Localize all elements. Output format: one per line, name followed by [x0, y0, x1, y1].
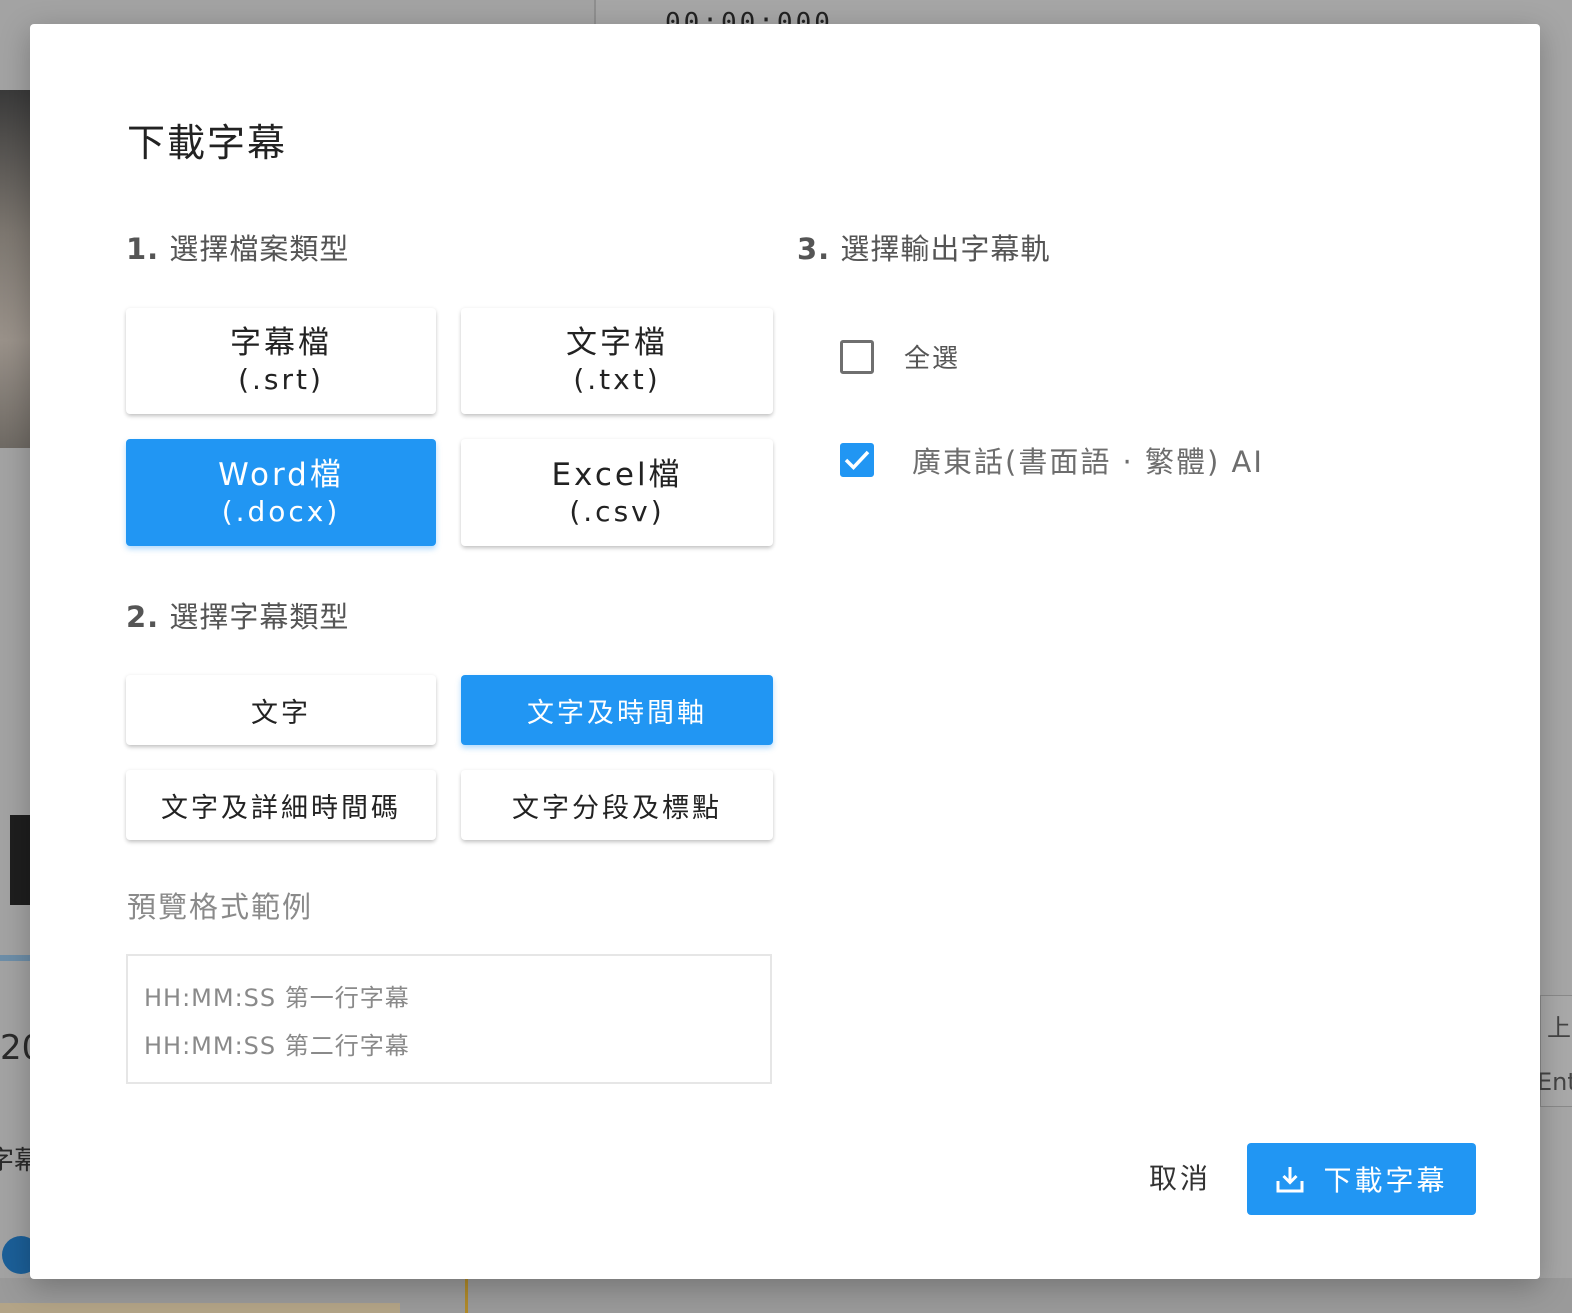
subtitle-type-label: 文字分段及標點 [512, 792, 722, 824]
section-label: 選擇輸出字幕軌 [840, 232, 1051, 266]
preview-label: 預覽格式範例 [127, 890, 314, 924]
section-number: 3. [797, 232, 831, 266]
bg-progress-bar [0, 955, 30, 961]
preview-line: HH:MM:SS 第二行字幕 [144, 1032, 410, 1060]
section-label: 選擇檔案類型 [169, 232, 350, 266]
bg-bottom-strip [0, 1303, 400, 1313]
bg-playhead [465, 1278, 468, 1313]
download-subtitle-dialog: 下載字幕 1. 選擇檔案類型 字幕檔 (.srt) 文字檔 (.txt) Wor… [30, 24, 1540, 1279]
download-subtitle-button[interactable]: 下載字幕 [1247, 1143, 1476, 1215]
track-checkbox-row[interactable]: 廣東話(書面語 · 繁體) AI [840, 439, 1264, 481]
bg-right-text-1: 上 [1547, 1014, 1571, 1042]
select-all-checkbox[interactable] [840, 339, 874, 374]
preview-box: HH:MM:SS 第一行字幕 HH:MM:SS 第二行字幕 [126, 954, 772, 1084]
file-type-csv-button[interactable]: Excel檔 (.csv) [461, 439, 773, 546]
cancel-button[interactable]: 取消 [1115, 1144, 1245, 1210]
file-type-txt-button[interactable]: 文字檔 (.txt) [461, 308, 773, 414]
track-label: 廣東話(書面語 · 繁體) AI [912, 445, 1264, 479]
track-checkbox[interactable] [840, 443, 874, 477]
section-number: 2. [126, 600, 160, 634]
file-type-label: Word檔 [218, 456, 344, 493]
download-button-label: 下載字幕 [1323, 1164, 1448, 1197]
file-type-ext: (.txt) [573, 363, 661, 396]
preview-line: HH:MM:SS 第一行字幕 [144, 984, 410, 1012]
section-number: 1. [126, 232, 160, 266]
subtitle-type-label: 文字 [251, 697, 311, 729]
file-type-docx-button[interactable]: Word檔 (.docx) [126, 439, 436, 546]
subtitle-type-detailed-timecode-button[interactable]: 文字及詳細時間碼 [126, 770, 436, 840]
file-type-ext: (.docx) [221, 494, 341, 528]
subtitle-type-label: 文字及詳細時間碼 [161, 792, 401, 824]
bg-video-thumbnail [0, 90, 30, 448]
bg-right-panel: 上 Ent [1537, 995, 1572, 1107]
subtitle-type-paragraph-punctuation-button[interactable]: 文字分段及標點 [461, 770, 773, 840]
subtitle-type-label: 文字及時間軸 [527, 697, 707, 729]
section-label: 選擇字幕類型 [169, 600, 350, 634]
select-all-label: 全選 [904, 344, 961, 374]
subtitle-type-text-button[interactable]: 文字 [126, 675, 436, 745]
bg-dark-block [10, 815, 32, 905]
download-icon [1275, 1164, 1305, 1194]
select-all-checkbox-row[interactable]: 全選 [840, 338, 960, 375]
section-file-type-title: 1. 選擇檔案類型 [126, 226, 349, 268]
file-type-label: 字幕檔 [230, 325, 332, 361]
checkmark-icon [844, 450, 870, 471]
bg-right-text-2: Ent [1537, 1068, 1572, 1096]
subtitle-type-text-timeline-button[interactable]: 文字及時間軸 [461, 675, 773, 745]
file-type-srt-button[interactable]: 字幕檔 (.srt) [126, 308, 436, 414]
section-track-title: 3. 選擇輸出字幕軌 [797, 226, 1050, 268]
file-type-label: 文字檔 [566, 325, 668, 361]
file-type-ext: (.srt) [238, 363, 324, 396]
file-type-label: Excel檔 [551, 456, 683, 493]
dialog-title: 下載字幕 [127, 121, 288, 165]
section-subtitle-type-title: 2. 選擇字幕類型 [126, 594, 349, 636]
file-type-ext: (.csv) [569, 494, 665, 528]
